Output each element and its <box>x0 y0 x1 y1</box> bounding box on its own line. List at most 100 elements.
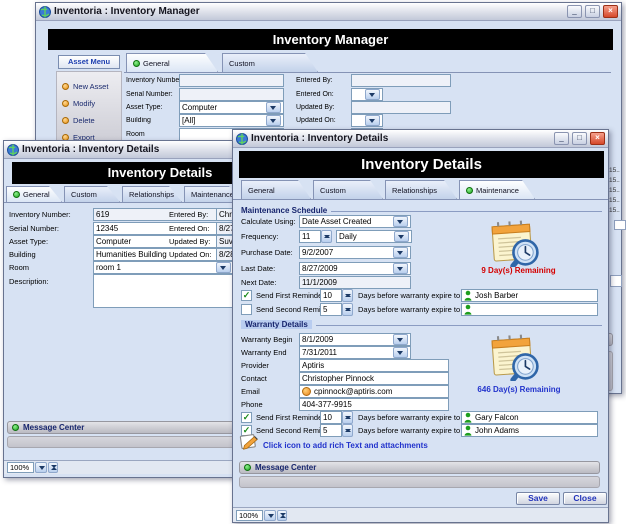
asset-type-value: Computer <box>96 237 131 246</box>
tab-relationships[interactable]: Relationships <box>385 180 457 199</box>
window-title: Inventoria : Inventory Manager <box>54 6 564 17</box>
message-center-bar[interactable]: Message Center <box>239 461 600 474</box>
last-date-value: 8/27/2009 <box>302 264 338 273</box>
next-date-input[interactable]: 11/1/2009 <box>299 276 411 289</box>
asset-type-label: Asset Type: <box>9 237 93 246</box>
serial-number-input[interactable] <box>179 88 284 101</box>
frequency-stepper[interactable] <box>321 230 332 243</box>
first-reminder-days-stepper[interactable] <box>342 289 353 302</box>
person-icon <box>464 425 472 436</box>
tab-maintenance[interactable]: Maintenance <box>459 180 535 199</box>
tab-custom[interactable]: Custom <box>222 53 318 72</box>
zoom-level[interactable]: 100% <box>7 462 34 473</box>
app-globe-icon <box>39 6 51 18</box>
warranty-end-label: Warranty End <box>241 348 299 357</box>
updated-by-label: Updated By: <box>296 104 351 111</box>
inventory-number-value: 619 <box>96 210 109 219</box>
send-first-reminder-checkbox[interactable]: ✓ <box>241 290 252 301</box>
phone-input[interactable]: 404-377-9915 <box>299 398 449 411</box>
zoom-stepper[interactable] <box>277 510 287 521</box>
chevron-down-icon <box>393 347 408 358</box>
minimize-button[interactable]: _ <box>554 132 569 145</box>
edge-fragment: 15.. <box>609 167 620 174</box>
inventory-manager-titlebar[interactable]: Inventoria : Inventory Manager _ □ × <box>36 3 621 21</box>
description-textarea[interactable] <box>93 274 234 308</box>
frequency-value: 11 <box>302 232 310 241</box>
contact-input[interactable]: Christopher Pinnock <box>299 372 449 385</box>
days-value: 5 <box>323 426 327 435</box>
message-center-label: Message Center <box>23 423 84 432</box>
asset-type-select[interactable]: Computer <box>179 101 284 114</box>
frequency-input[interactable]: 11 <box>299 230 321 243</box>
updated-by-input[interactable] <box>351 101 451 114</box>
entered-by-input[interactable] <box>351 74 451 87</box>
second-reminder-recipient-input[interactable] <box>461 303 598 316</box>
zoom-dropdown-icon[interactable] <box>35 462 47 473</box>
entered-on-select[interactable] <box>351 88 383 101</box>
tab-label: Custom <box>320 186 346 195</box>
active-tab-dot-icon <box>133 60 140 67</box>
days-value: 10 <box>323 291 332 300</box>
maximize-button[interactable]: □ <box>585 5 600 18</box>
menu-item-label: Delete <box>73 116 95 125</box>
menu-item-new-asset[interactable]: New Asset <box>62 80 108 93</box>
zoom-stepper[interactable] <box>48 462 58 473</box>
warranty-second-days-stepper[interactable] <box>342 424 353 437</box>
inventory-number-input[interactable] <box>179 74 284 87</box>
tab-general[interactable]: General <box>6 186 62 202</box>
recipient-value: Josh Barber <box>475 291 518 300</box>
warranty-second-recipient-input[interactable]: John Adams <box>461 424 598 437</box>
warranty-first-days-stepper[interactable] <box>342 411 353 424</box>
minimize-button[interactable]: _ <box>567 5 582 18</box>
warranty-first-reminder-checkbox[interactable]: ✓ <box>241 412 252 423</box>
tab-label: Custom <box>229 59 255 68</box>
calculate-using-select[interactable]: Date Asset Created <box>299 215 411 228</box>
tab-relationships[interactable]: Relationships <box>122 186 182 202</box>
email-input[interactable]: cpinnock@aptiris.com <box>299 385 449 398</box>
menu-item-delete[interactable]: Delete <box>62 114 95 127</box>
room-select[interactable]: room 1 <box>93 261 234 274</box>
tab-label: General <box>143 59 170 68</box>
close-button[interactable]: Close <box>563 492 607 505</box>
inventory-details-titlebar[interactable]: Inventoria : Inventory Details _ □ × <box>233 130 608 148</box>
zoom-dropdown-icon[interactable] <box>264 510 276 521</box>
send-first-reminder-label: Send First Reminder <box>256 413 320 422</box>
purchase-date-label: Purchase Date: <box>241 248 299 257</box>
warranty-first-days-input[interactable]: 10 <box>320 411 342 424</box>
edge-fragment: 15.. <box>609 207 620 214</box>
warranty-first-recipient-input[interactable]: Gary Falcon <box>461 411 598 424</box>
close-button[interactable]: × <box>590 132 605 145</box>
tab-general[interactable]: General <box>126 53 218 72</box>
chevron-down-icon <box>393 247 408 258</box>
close-button[interactable]: × <box>603 5 618 18</box>
tab-custom[interactable]: Custom <box>64 186 120 202</box>
contact-label: Contact <box>241 374 299 383</box>
frequency-unit-select[interactable]: Daily <box>336 230 412 243</box>
maximize-button[interactable]: □ <box>572 132 587 145</box>
save-button[interactable]: Save <box>516 492 560 505</box>
warranty-begin-select[interactable]: 8/1/2009 <box>299 333 411 346</box>
provider-value: Aptiris <box>302 361 324 370</box>
provider-input[interactable]: Aptiris <box>299 359 449 372</box>
menu-item-label: Modify <box>73 99 95 108</box>
send-second-reminder-checkbox[interactable] <box>241 304 252 315</box>
last-date-select[interactable]: 8/27/2009 <box>299 262 411 275</box>
warranty-end-select[interactable]: 7/31/2011 <box>299 346 411 359</box>
reminder-mid-label: Days before warranty expire to <box>358 291 461 300</box>
first-reminder-recipient-input[interactable]: Josh Barber <box>461 289 598 302</box>
app-globe-icon <box>7 144 19 156</box>
tab-general[interactable]: General <box>241 180 311 199</box>
menu-item-modify[interactable]: Modify <box>62 97 95 110</box>
building-select[interactable]: [All] <box>179 114 284 127</box>
first-reminder-days-input[interactable]: 10 <box>320 289 342 302</box>
second-reminder-days-stepper[interactable] <box>342 303 353 316</box>
zoom-level[interactable]: 100% <box>236 510 263 521</box>
second-reminder-days-input[interactable]: 5 <box>320 303 342 316</box>
rich-text-note-icon[interactable] <box>239 432 261 450</box>
updated-on-select[interactable] <box>351 114 383 127</box>
tab-custom[interactable]: Custom <box>313 180 383 199</box>
section-title: Warranty Details <box>241 320 312 329</box>
purchase-date-select[interactable]: 9/2/2007 <box>299 246 411 259</box>
warranty-second-days-input[interactable]: 5 <box>320 424 342 437</box>
send-second-reminder-label: Send Second Reminder <box>256 426 320 435</box>
